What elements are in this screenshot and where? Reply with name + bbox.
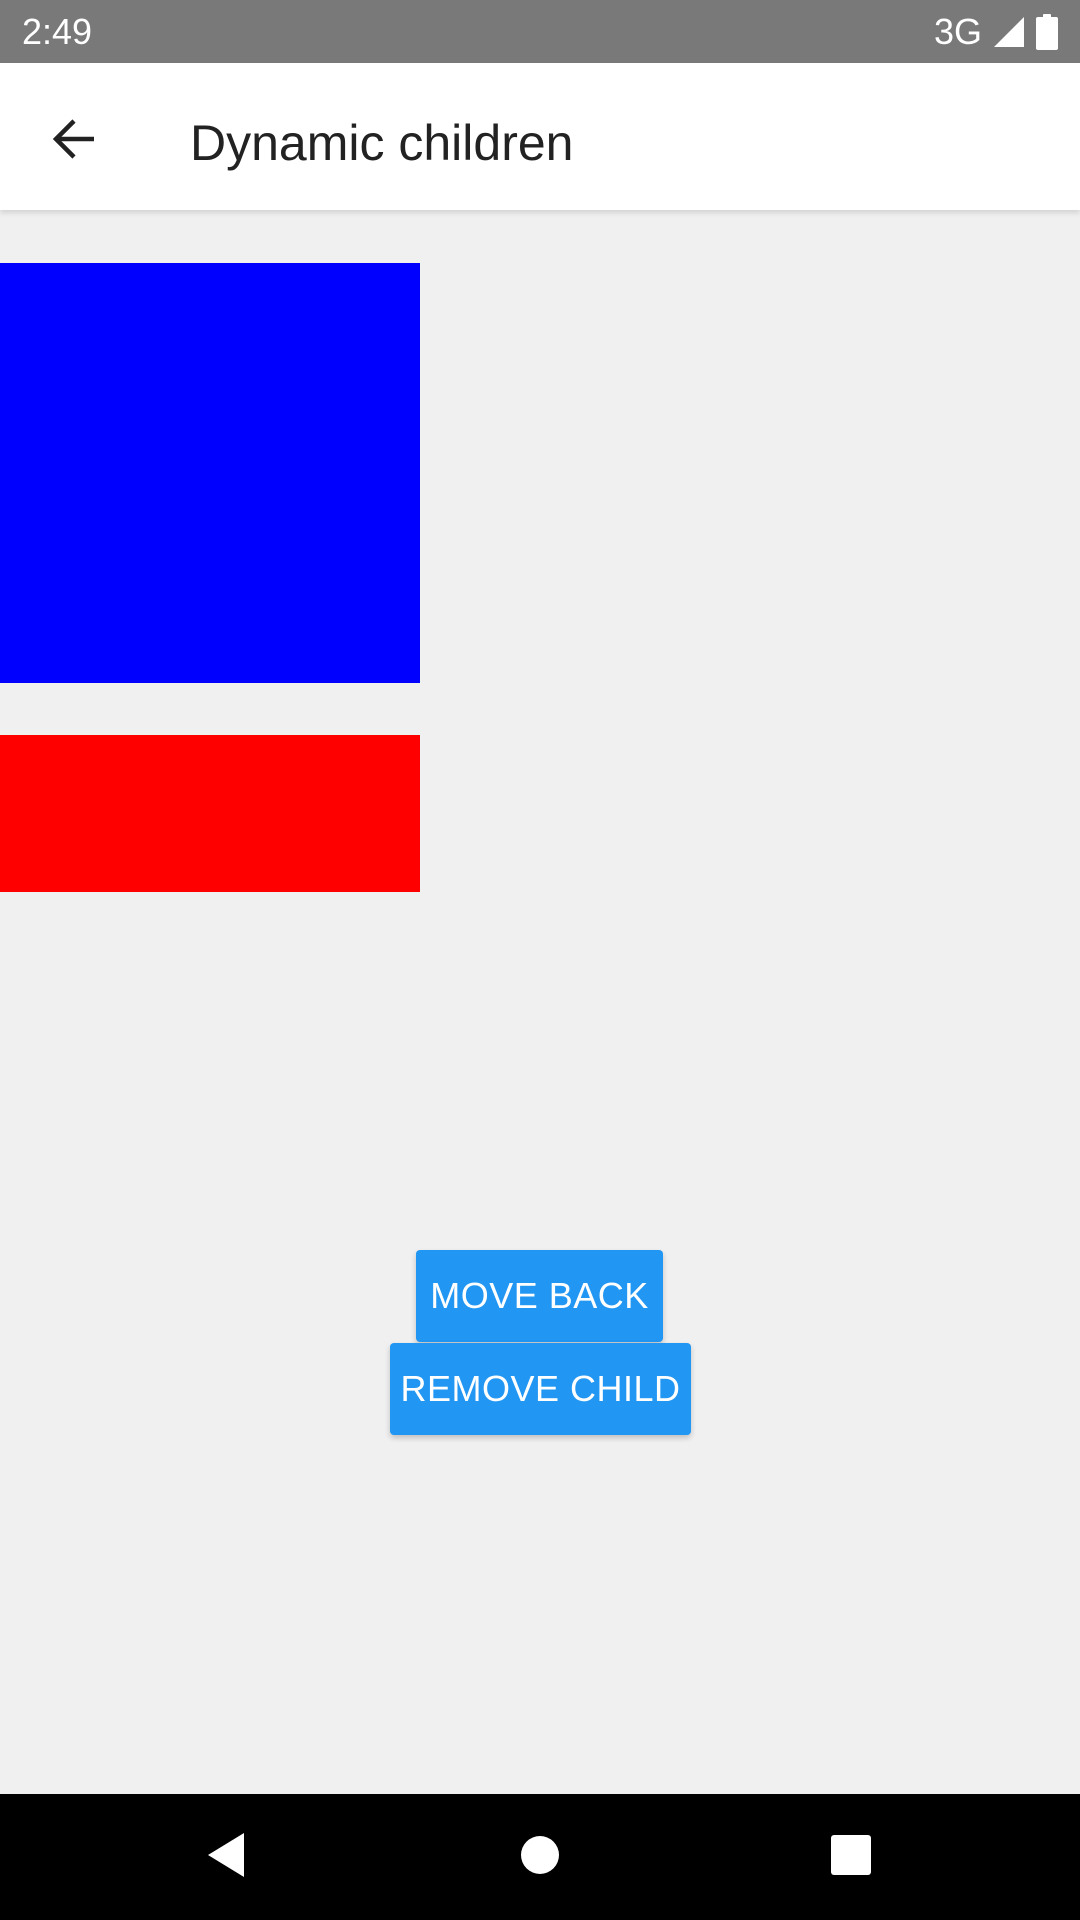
blue-box [0,263,420,683]
move-back-button[interactable]: MOVE BACK [416,1250,663,1342]
app-bar: Dynamic children [0,63,1080,210]
status-time: 2:49 [22,11,93,52]
red-box [0,735,420,892]
status-indicators: 3G [934,12,1058,52]
navigation-bar [0,1794,1080,1920]
back-button[interactable] [38,105,110,177]
square-recents-icon [831,1834,871,1880]
nav-home-button[interactable] [500,1817,580,1897]
network-type: 3G [933,11,982,52]
arrow-back-icon [50,115,98,168]
nav-recents-button[interactable] [811,1817,891,1897]
nav-back-button[interactable] [186,1817,266,1897]
status-bar: 2:49 3G [0,0,1080,63]
screen: 2:49 3G Dynamic children MOVE BACK REMOV… [0,0,1080,1920]
page-title: Dynamic children [190,115,574,171]
battery-icon [1036,14,1058,50]
signal-icon [992,15,1026,49]
triangle-back-icon [204,1831,248,1884]
circle-home-icon [520,1835,560,1880]
remove-child-button[interactable]: REMOVE CHILD [390,1343,691,1435]
